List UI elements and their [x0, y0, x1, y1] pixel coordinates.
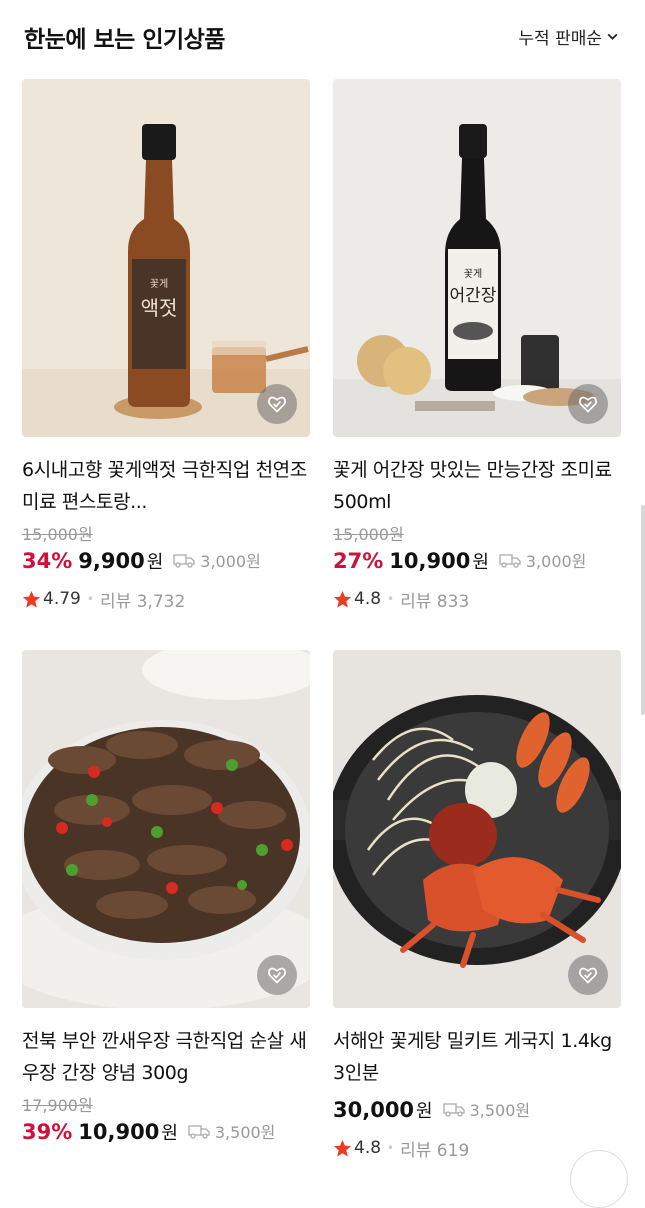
crab-stew-mealkit-image	[333, 650, 621, 1008]
rating-row: 4.8 • 리뷰 619	[333, 1135, 621, 1161]
scroll-top-button[interactable]	[570, 1150, 628, 1208]
wishlist-button[interactable]	[568, 955, 608, 995]
heart-check-icon	[268, 396, 286, 413]
currency: 원	[472, 552, 489, 573]
header: 한눈에 보는 인기상품 누적 판매순	[0, 0, 645, 78]
price-row: 39% 10,900 원 3,500원	[22, 1119, 310, 1149]
truck-icon	[188, 1125, 210, 1139]
original-price: 15,000원	[333, 525, 404, 544]
fish-sauce-bottle-image: 꽃게 액젓	[22, 79, 310, 437]
sale-price: 9,900	[78, 549, 145, 573]
currency: 원	[146, 552, 164, 573]
price-row: 30,000 원 3,500원	[333, 1097, 621, 1127]
truck-icon	[173, 554, 195, 568]
rating-row: 4.8 • 리뷰 833	[333, 586, 621, 612]
separator: •	[86, 592, 94, 606]
truck-icon	[442, 1103, 465, 1117]
rating-score: 4.79	[43, 589, 81, 609]
marinated-shrimp-image	[22, 650, 310, 1008]
sale-price: 10,900	[78, 1120, 160, 1144]
heart-check-icon	[579, 967, 597, 984]
product-image[interactable]	[22, 650, 310, 1008]
shipping-fee: 3,000원	[173, 548, 261, 572]
star-icon	[333, 590, 352, 608]
currency: 원	[161, 1123, 178, 1144]
shipping-fee-value: 3,000원	[200, 552, 261, 571]
heart-check-icon	[268, 967, 286, 984]
review-count[interactable]: 리뷰 3,732	[100, 587, 185, 612]
soy-sauce-bottle-image: 꽃게 어간장	[333, 79, 621, 437]
rating-score: 4.8	[354, 589, 382, 609]
bottle-label-small: 꽃게	[150, 278, 168, 290]
wishlist-button[interactable]	[257, 955, 297, 995]
bottle-label-big: 액젓	[141, 296, 178, 320]
separator: •	[387, 592, 395, 606]
shipping-fee-value: 3,500원	[214, 1123, 276, 1142]
rating-row: 4.79 • 리뷰 3,732	[22, 586, 310, 612]
bottle-label-small: 꽃게	[464, 268, 482, 280]
product-card[interactable]: 꽃게 액젓 6시내고향 꽃게액젓 극한직업 천연조미료 편스토랑... 15,0…	[22, 79, 310, 612]
chevron-down-icon	[607, 33, 618, 40]
product-name[interactable]: 6시내고향 꽃게액젓 극한직업 천연조미료 편스토랑...	[22, 454, 310, 518]
sale-price: 10,900	[389, 549, 471, 573]
currency: 원	[416, 1101, 433, 1122]
product-name[interactable]: 전북 부안 깐새우장 극한직업 순살 새우장 간장 양념 300g	[22, 1025, 310, 1089]
product-image[interactable]: 꽃게 어간장	[333, 79, 621, 437]
product-card[interactable]: 꽃게 어간장 꽃게 어간장 맛있는 만능간장 조미료 500ml 15,000원…	[333, 79, 621, 612]
review-count[interactable]: 리뷰 833	[400, 587, 469, 612]
star-icon	[22, 590, 41, 608]
separator: •	[387, 1141, 395, 1155]
sort-dropdown[interactable]: 누적 판매순	[518, 24, 619, 49]
shipping-fee-value: 3,500원	[469, 1101, 531, 1120]
shipping-fee: 3,500원	[188, 1119, 276, 1143]
shipping-fee: 3,500원	[442, 1097, 531, 1121]
product-card[interactable]: 전북 부안 깐새우장 극한직업 순살 새우장 간장 양념 300g 17,900…	[22, 650, 310, 1149]
shipping-fee-value: 3,000원	[525, 552, 587, 571]
wishlist-button[interactable]	[257, 384, 297, 424]
price-row: 34% 9,900 원 3,000원	[22, 548, 310, 578]
scrollbar[interactable]	[641, 505, 645, 715]
product-name[interactable]: 서해안 꽃게탕 밀키트 게국지 1.4kg 3인분	[333, 1025, 621, 1089]
original-price: 15,000원	[22, 525, 93, 544]
discount-rate: 39%	[22, 1120, 73, 1144]
review-count[interactable]: 리뷰 619	[400, 1136, 469, 1161]
heart-check-icon	[579, 396, 597, 413]
shipping-fee: 3,000원	[499, 548, 587, 572]
price-row: 27% 10,900 원 3,000원	[333, 548, 621, 578]
page-title: 한눈에 보는 인기상품	[24, 27, 225, 53]
original-price: 17,900원	[22, 1096, 93, 1115]
product-image[interactable]	[333, 650, 621, 1008]
sale-price: 30,000	[333, 1098, 415, 1122]
discount-rate: 27%	[333, 549, 384, 573]
star-icon	[333, 1139, 352, 1157]
truck-icon	[499, 554, 521, 568]
bottle-label-big: 어간장	[450, 286, 497, 306]
product-card[interactable]: 서해안 꽃게탕 밀키트 게국지 1.4kg 3인분 30,000 원 3,500…	[333, 650, 621, 1161]
product-image[interactable]: 꽃게 액젓	[22, 79, 310, 437]
discount-rate: 34%	[22, 549, 73, 573]
wishlist-button[interactable]	[568, 384, 608, 424]
rating-score: 4.8	[354, 1138, 382, 1158]
sort-label: 누적 판매순	[518, 29, 602, 49]
product-name[interactable]: 꽃게 어간장 맛있는 만능간장 조미료 500ml	[333, 454, 621, 518]
